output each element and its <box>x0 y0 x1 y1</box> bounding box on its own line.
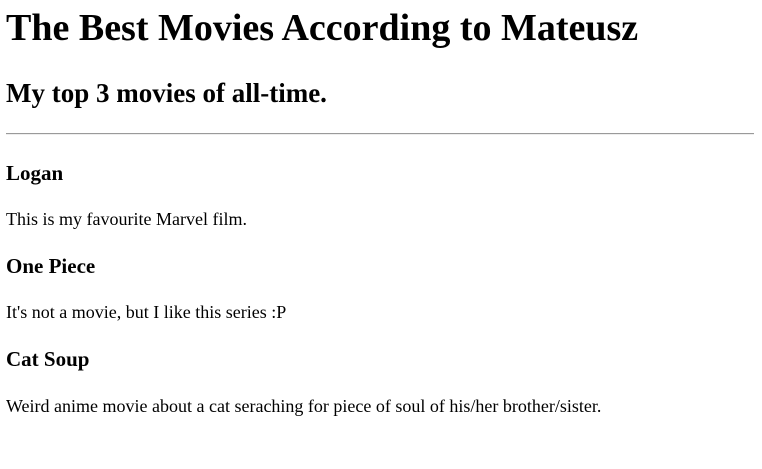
movie-title: One Piece <box>6 254 96 278</box>
movie-description: This is my favourite Marvel film. <box>6 209 247 229</box>
page-subtitle: My top 3 movies of all-time. <box>6 78 327 108</box>
movie-title: Logan <box>6 161 64 185</box>
divider <box>6 133 754 135</box>
movie-title: Cat Soup <box>6 347 90 371</box>
movie-entry-logan: Logan This is my favourite Marvel film. <box>6 160 756 230</box>
page-title: The Best Movies According to Mateusz <box>6 7 639 49</box>
page-content: The Best Movies According to Mateusz My … <box>0 6 762 417</box>
movie-entry-cat-soup: Cat Soup Weird anime movie about a cat s… <box>6 346 756 417</box>
movie-description: Weird anime movie about a cat seraching … <box>6 396 602 416</box>
movie-description: It's not a movie, but I like this series… <box>6 302 287 322</box>
movie-entry-one-piece: One Piece It's not a movie, but I like t… <box>6 253 756 323</box>
